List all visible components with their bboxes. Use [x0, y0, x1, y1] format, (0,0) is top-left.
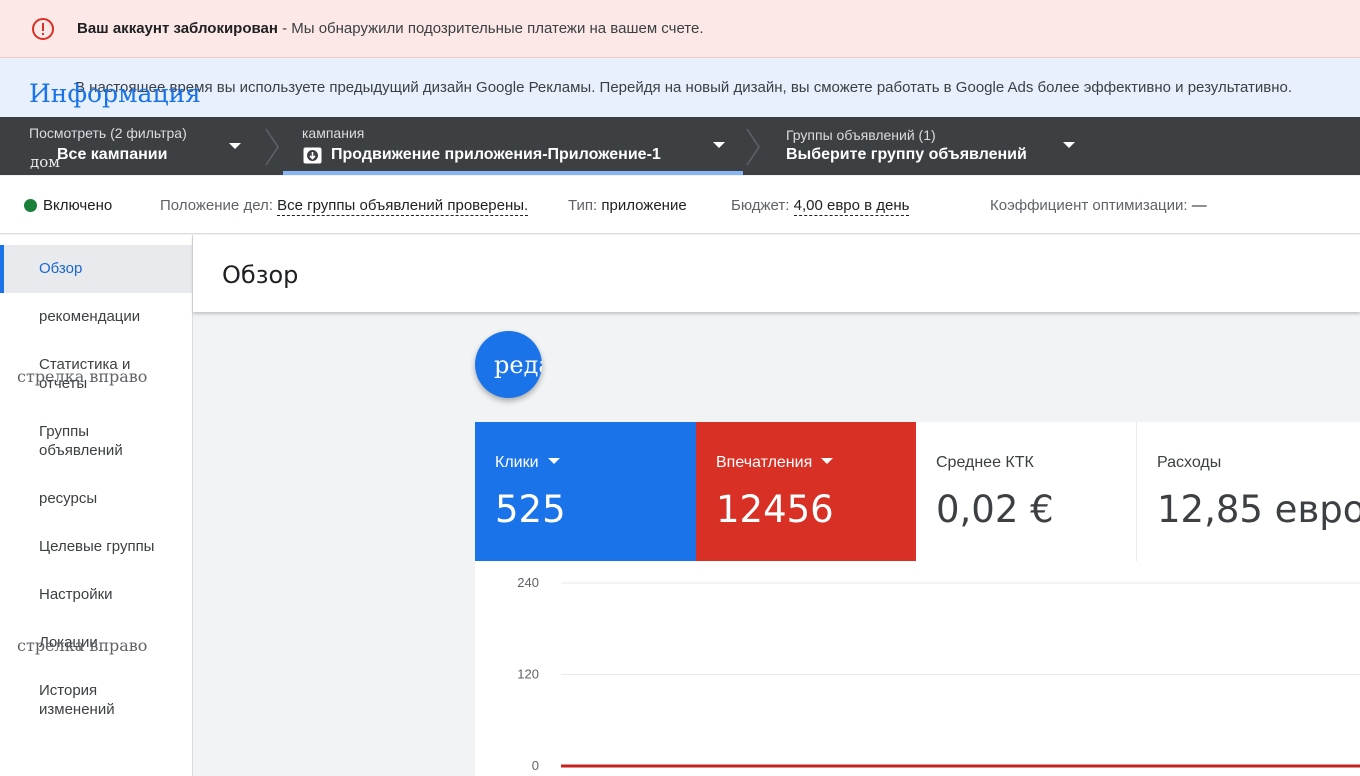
arrow-right-icon: стрелка вправо — [17, 367, 148, 386]
campaign-label: кампания — [302, 125, 365, 141]
budget-label: Бюджет: — [731, 197, 790, 214]
metric-label: Клики — [495, 454, 560, 472]
alert-title: Ваш аккаунт заблокирован — [77, 20, 278, 37]
metric-card-clicks[interactable]: Клики 525 — [475, 422, 696, 561]
navigation-toolbar: Посмотреть (2 фильтра) Все кампании дом … — [0, 117, 1360, 175]
sidebar-item-label: ресурсы — [39, 490, 98, 507]
account-blocked-alert: Ваш аккаунт заблокирован - Мы обнаружили… — [0, 0, 1360, 58]
chart-y-tick-label: 120 — [517, 667, 539, 682]
chart-y-tick-label: 240 — [517, 575, 539, 590]
budget-value[interactable]: 4,00 евро в день — [793, 197, 910, 216]
metric-label: Впечатления — [716, 454, 834, 472]
metric-card-avg-cpc[interactable]: Среднее КТК 0,02 € — [916, 422, 1137, 561]
review-state: Положение дел: Все группы объявлений про… — [160, 197, 529, 216]
sidebar-item-settings[interactable]: Настройки — [0, 585, 192, 604]
arrow-right-icon: стрелка вправо — [17, 636, 148, 655]
metric-card-cost[interactable]: Расходы 12,85 евро — [1137, 422, 1360, 561]
performance-chart: 240 120 0 — [475, 561, 1360, 776]
chevron-down-icon — [547, 458, 560, 464]
chevron-down-icon — [229, 143, 241, 149]
edit-fab-button[interactable]: редактировать — [475, 331, 542, 398]
metric-value: 12456 — [716, 488, 834, 531]
sidebar-item-assets[interactable]: ресурсы — [0, 489, 192, 508]
chevron-down-icon — [713, 142, 725, 148]
enabled-status[interactable]: Включено — [24, 197, 112, 214]
alert-text: Ваш аккаунт заблокирован - Мы обнаружили… — [77, 20, 704, 37]
info-icon: Информация — [29, 79, 201, 108]
view-filter-label: Посмотреть (2 фильтра) — [29, 125, 187, 141]
alert-message: - Мы обнаружили подозрительные платежи н… — [277, 20, 704, 37]
sidebar-item-label: рекомендации — [39, 308, 141, 325]
edit-icon: редактировать — [494, 351, 542, 379]
optimization-score: Коэффициент оптимизации: — — [990, 197, 1207, 214]
metric-value: 525 — [495, 488, 566, 531]
sidebar-item-recommendations[interactable]: рекомендации — [0, 293, 192, 341]
view-filter-selector[interactable]: Посмотреть (2 фильтра) Все кампании дом — [0, 117, 262, 175]
campaign-type: Тип: приложение — [568, 197, 687, 214]
chevron-down-icon — [821, 458, 834, 464]
sidebar-item-change-history[interactable]: История изменений — [0, 681, 150, 719]
metric-value: 0,02 € — [936, 488, 1054, 531]
page-title: Обзор — [222, 261, 299, 289]
sidebar-item-label: Настройки — [39, 586, 113, 603]
metric-card-impressions[interactable]: Впечатления 12456 — [696, 422, 916, 561]
review-state-value[interactable]: Все группы объявлений проверены. — [277, 197, 529, 216]
sidebar-item-label: Обзор — [39, 260, 83, 277]
sidebar-item-label: Группы объявлений — [39, 423, 123, 459]
optimization-value: — — [1191, 197, 1207, 214]
metric-label-text: Клики — [495, 454, 539, 471]
sidebar-item-overview[interactable]: Обзор — [0, 245, 192, 293]
breadcrumb-separator-icon — [746, 128, 760, 166]
sidebar-item-adgroups[interactable]: Группы объявлений — [0, 422, 150, 460]
sidebar-item-audiences[interactable]: Целевые группы — [0, 537, 192, 556]
chevron-down-icon — [1063, 142, 1075, 148]
performance-chart-svg: 240 120 0 — [517, 575, 1360, 773]
error-icon — [31, 17, 55, 41]
campaign-type-value: приложение — [601, 197, 687, 214]
optimization-label: Коэффициент оптимизации: — [990, 197, 1188, 214]
view-filter-value: Все кампании — [57, 146, 168, 163]
metric-value: 12,85 евро — [1157, 488, 1360, 531]
campaign-value: Продвижение приложения-Приложение-1 — [331, 146, 661, 163]
info-banner: В настоящее время вы используете предыду… — [0, 59, 1360, 117]
main-header: Обзор — [193, 235, 1360, 312]
download-icon — [303, 147, 322, 164]
info-text: В настоящее время вы используете предыду… — [75, 79, 1293, 96]
campaign-status-bar: Включено Положение дел: Все группы объяв… — [0, 176, 1360, 234]
adgroup-label: Группы объявлений (1) — [786, 127, 936, 143]
campaign-type-label: Тип: — [568, 197, 598, 214]
home-icon: дом — [30, 153, 60, 171]
budget: Бюджет: 4,00 евро в день — [731, 197, 910, 216]
active-crumb-indicator — [283, 171, 743, 175]
sidebar-item-label: История изменений — [39, 682, 115, 718]
metric-label: Расходы — [1157, 454, 1222, 471]
metric-label-text: Впечатления — [716, 454, 813, 471]
status-dot-icon — [24, 199, 37, 212]
adgroup-selector[interactable]: Группы объявлений (1) Выберите группу об… — [764, 117, 1104, 175]
breadcrumb-separator-icon — [265, 128, 279, 166]
review-state-label: Положение дел: — [160, 197, 273, 214]
metric-label: Среднее КТК — [936, 454, 1034, 471]
sidebar-nav: Обзор рекомендации Статистика и отчеты с… — [0, 235, 193, 776]
adgroup-value: Выберите группу объявлений — [786, 146, 1027, 163]
sidebar-item-label: Целевые группы — [39, 538, 155, 555]
enabled-status-text: Включено — [43, 197, 113, 214]
campaign-selector[interactable]: кампания Продвижение приложения-Приложен… — [283, 117, 743, 175]
chart-y-tick-label: 0 — [532, 758, 539, 773]
